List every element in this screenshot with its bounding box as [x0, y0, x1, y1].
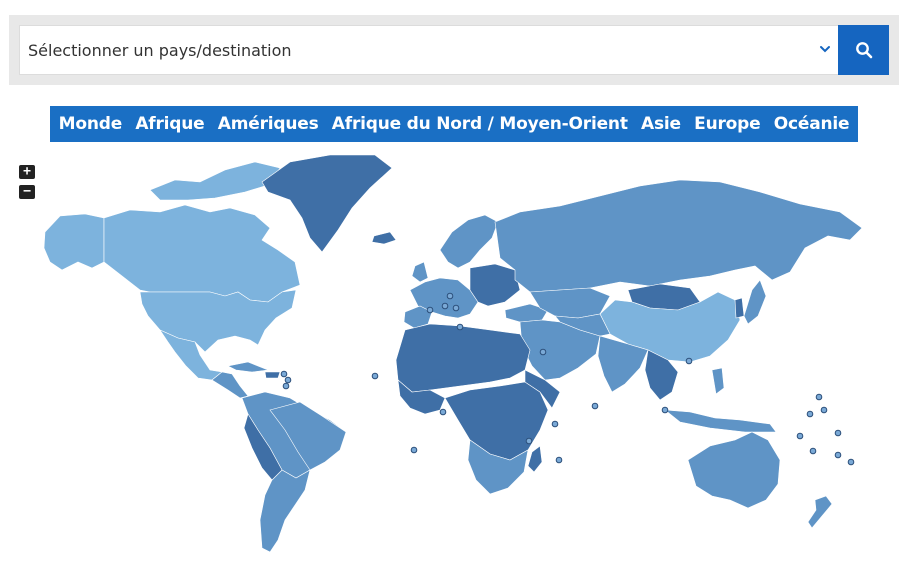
central-america[interactable]: [211, 371, 249, 399]
island-marker[interactable]: [815, 393, 823, 401]
south-america-south[interactable]: [259, 469, 311, 553]
alaska[interactable]: [43, 213, 105, 271]
island-marker[interactable]: [661, 406, 669, 414]
tab-asie[interactable]: Asie: [641, 114, 681, 134]
destination-select-label: Sélectionner un pays/destination: [28, 41, 292, 60]
tab-afrique[interactable]: Afrique: [135, 114, 204, 134]
island-marker[interactable]: [591, 402, 599, 410]
madagascar[interactable]: [527, 445, 543, 473]
search-bar: Sélectionner un pays/destination: [9, 15, 899, 85]
region-nav: Monde Afrique Amériques Afrique du Nord …: [50, 106, 858, 142]
tab-afrique-du-nord-moyen-orient[interactable]: Afrique du Nord / Moyen-Orient: [332, 114, 628, 134]
island-marker[interactable]: [452, 304, 460, 312]
island-marker[interactable]: [820, 406, 828, 414]
tab-europe[interactable]: Europe: [694, 114, 760, 134]
island-marker[interactable]: [847, 458, 855, 466]
cuba[interactable]: [227, 361, 269, 373]
island-marker[interactable]: [282, 382, 290, 390]
island-marker[interactable]: [834, 451, 842, 459]
japan[interactable]: [743, 279, 767, 325]
island-marker[interactable]: [371, 372, 379, 380]
tab-oceanie[interactable]: Océanie: [774, 114, 850, 134]
destination-select[interactable]: Sélectionner un pays/destination: [19, 25, 839, 75]
island-marker[interactable]: [809, 447, 817, 455]
island-marker[interactable]: [280, 370, 288, 378]
korea[interactable]: [734, 297, 745, 319]
philippines[interactable]: [711, 367, 725, 395]
russia[interactable]: [494, 179, 863, 293]
search-icon: [855, 42, 872, 59]
island-marker[interactable]: [525, 437, 533, 445]
island-marker[interactable]: [796, 432, 804, 440]
australia[interactable]: [687, 431, 781, 509]
search-button[interactable]: [838, 25, 889, 75]
island-marker[interactable]: [555, 456, 563, 464]
tab-monde[interactable]: Monde: [59, 114, 123, 134]
canadian-arctic[interactable]: [149, 161, 281, 201]
island-marker[interactable]: [834, 429, 842, 437]
island-marker[interactable]: [446, 292, 454, 300]
indonesia[interactable]: [664, 409, 777, 433]
central-africa[interactable]: [444, 381, 549, 461]
world-map: [43, 154, 863, 553]
island-marker[interactable]: [410, 446, 418, 454]
island-marker[interactable]: [539, 348, 547, 356]
island-marker[interactable]: [439, 408, 447, 416]
scandinavia[interactable]: [439, 214, 499, 269]
chevron-down-icon: [820, 46, 830, 53]
hispaniola[interactable]: [264, 371, 281, 379]
new-zealand[interactable]: [807, 495, 833, 529]
uk[interactable]: [411, 261, 429, 283]
greenland[interactable]: [261, 154, 393, 253]
island-marker[interactable]: [685, 357, 693, 365]
island-marker[interactable]: [456, 323, 464, 331]
north-africa[interactable]: [395, 323, 531, 393]
canada[interactable]: [103, 204, 301, 303]
island-marker[interactable]: [806, 410, 814, 418]
iceland[interactable]: [371, 231, 397, 245]
tab-ameriques[interactable]: Amériques: [218, 114, 319, 134]
united-states[interactable]: [139, 289, 297, 353]
eastern-europe[interactable]: [469, 263, 521, 307]
island-marker[interactable]: [441, 302, 449, 310]
island-marker[interactable]: [551, 420, 559, 428]
island-marker[interactable]: [284, 376, 292, 384]
island-marker[interactable]: [426, 306, 434, 314]
